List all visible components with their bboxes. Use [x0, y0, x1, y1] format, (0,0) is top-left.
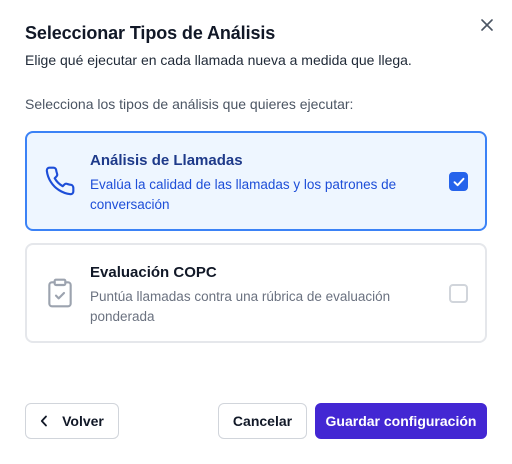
- option-description: Puntúa llamadas contra una rúbrica de ev…: [90, 289, 391, 324]
- option-title: Evaluación COPC: [90, 264, 217, 281]
- phone-icon: [45, 166, 75, 196]
- save-configuration-button[interactable]: Guardar configuración: [315, 403, 487, 439]
- chevron-left-icon: [40, 415, 48, 427]
- close-button[interactable]: [478, 16, 496, 34]
- cancel-button[interactable]: Cancelar: [218, 403, 307, 439]
- option-checkbox[interactable]: [449, 172, 468, 191]
- back-button-label: Volver: [62, 413, 104, 429]
- dialog-subtitle: Elige qué ejecutar en cada llamada nueva…: [25, 52, 412, 68]
- close-icon: [481, 19, 493, 31]
- option-checkbox[interactable]: [449, 284, 468, 303]
- option-title: Análisis de Llamadas: [90, 152, 243, 169]
- back-button[interactable]: Volver: [25, 403, 119, 439]
- section-label: Selecciona los tipos de análisis que qui…: [25, 96, 354, 112]
- option-description: Evalúa la calidad de las llamadas y los …: [90, 177, 397, 212]
- clipboard-check-icon: [48, 278, 72, 308]
- select-analysis-dialog: Seleccionar Tipos de Análisis Elige qué …: [0, 0, 512, 464]
- dialog-title: Seleccionar Tipos de Análisis: [25, 23, 276, 43]
- check-icon: [453, 177, 464, 186]
- option-card-call-analysis[interactable]: Análisis de Llamadas Evalúa la calidad d…: [25, 131, 487, 231]
- option-card-copc-evaluation[interactable]: Evaluación COPC Puntúa llamadas contra u…: [25, 243, 487, 343]
